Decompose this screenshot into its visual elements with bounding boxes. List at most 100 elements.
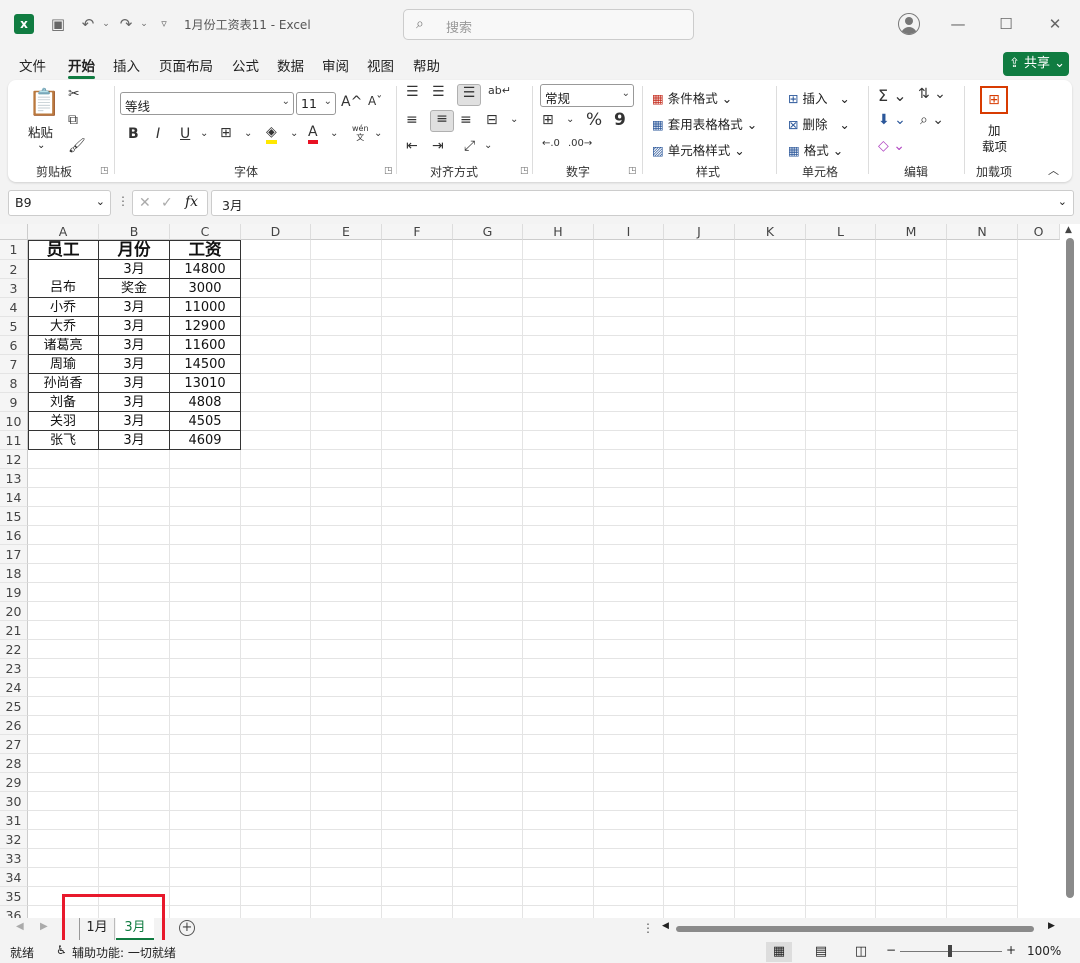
accessibility-status[interactable]: 辅助功能: 一切就绪 <box>72 944 176 961</box>
cell[interactable] <box>453 298 523 317</box>
cell[interactable] <box>382 260 453 279</box>
cell[interactable] <box>523 393 594 412</box>
cell[interactable] <box>170 659 241 678</box>
cell[interactable] <box>453 374 523 393</box>
underline-button[interactable]: U <box>180 126 190 142</box>
cell[interactable] <box>453 640 523 659</box>
cell[interactable] <box>170 735 241 754</box>
cell[interactable] <box>241 393 311 412</box>
cell[interactable] <box>876 298 947 317</box>
number-format-select[interactable]: 常规 ⌄ <box>540 84 634 107</box>
table-cell[interactable]: 3月 <box>99 336 170 355</box>
cell[interactable] <box>170 868 241 887</box>
format-cells-button[interactable]: ▦ 格式 ⌄ <box>788 140 843 159</box>
cell[interactable] <box>735 260 806 279</box>
cell[interactable] <box>947 336 1018 355</box>
cell[interactable] <box>876 906 947 918</box>
decrease-decimal-icon[interactable]: .00→ <box>568 138 592 149</box>
cell[interactable] <box>453 507 523 526</box>
row-header[interactable]: 8 <box>0 374 28 393</box>
cell[interactable] <box>735 735 806 754</box>
cell[interactable] <box>735 659 806 678</box>
cell[interactable] <box>382 849 453 868</box>
row-header[interactable]: 16 <box>0 526 28 545</box>
cell[interactable] <box>594 317 664 336</box>
paste-dropdown-icon[interactable]: ⌄ <box>37 140 45 151</box>
cell[interactable] <box>876 887 947 906</box>
row-header[interactable]: 15 <box>0 507 28 526</box>
cell[interactable] <box>876 260 947 279</box>
cell[interactable] <box>99 849 170 868</box>
cell[interactable] <box>28 754 99 773</box>
cell[interactable] <box>28 450 99 469</box>
cell[interactable] <box>311 469 382 488</box>
cell[interactable] <box>311 450 382 469</box>
table-cell[interactable]: 12900 <box>170 317 241 336</box>
table-cell[interactable]: 4505 <box>170 412 241 431</box>
cell[interactable] <box>170 583 241 602</box>
cell[interactable] <box>876 754 947 773</box>
cell[interactable] <box>311 697 382 716</box>
cell[interactable] <box>594 412 664 431</box>
cell[interactable] <box>28 602 99 621</box>
cell[interactable] <box>523 906 594 918</box>
cell[interactable] <box>876 583 947 602</box>
cell[interactable] <box>28 507 99 526</box>
cell[interactable] <box>947 792 1018 811</box>
cell[interactable] <box>735 545 806 564</box>
cell[interactable] <box>382 298 453 317</box>
cell[interactable] <box>735 906 806 918</box>
cell[interactable] <box>806 811 876 830</box>
row-header[interactable]: 2 <box>0 260 28 279</box>
cell[interactable] <box>806 374 876 393</box>
fill-color-icon[interactable]: ◈ <box>266 124 277 144</box>
cell[interactable] <box>99 697 170 716</box>
cell[interactable] <box>382 887 453 906</box>
cell[interactable] <box>664 507 735 526</box>
cell[interactable] <box>311 317 382 336</box>
cell[interactable] <box>947 564 1018 583</box>
cell[interactable] <box>382 773 453 792</box>
column-header-a[interactable]: A <box>28 224 99 240</box>
cell[interactable] <box>382 450 453 469</box>
cell[interactable] <box>382 792 453 811</box>
increase-decimal-icon[interactable]: ←.0 <box>542 138 560 149</box>
cell[interactable] <box>735 488 806 507</box>
align-right-icon[interactable]: ≡ <box>460 112 472 128</box>
cell[interactable] <box>241 279 311 298</box>
cell[interactable] <box>594 849 664 868</box>
cell[interactable] <box>170 564 241 583</box>
cell[interactable] <box>735 279 806 298</box>
cell[interactable] <box>876 336 947 355</box>
cell[interactable] <box>241 887 311 906</box>
cell[interactable] <box>28 545 99 564</box>
copy-icon[interactable]: ⧉ <box>68 112 78 128</box>
cell[interactable] <box>947 830 1018 849</box>
cell[interactable] <box>241 678 311 697</box>
cell[interactable] <box>664 355 735 374</box>
cell[interactable] <box>382 697 453 716</box>
zoom-in-button[interactable]: + <box>1006 943 1016 957</box>
cell[interactable] <box>453 279 523 298</box>
cell[interactable] <box>594 336 664 355</box>
close-icon[interactable]: ✕ <box>1045 14 1065 34</box>
row-header[interactable]: 6 <box>0 336 28 355</box>
table-cell[interactable]: 刘备 <box>28 393 99 412</box>
cell[interactable] <box>594 868 664 887</box>
cell[interactable] <box>664 260 735 279</box>
cell[interactable] <box>311 374 382 393</box>
cell[interactable] <box>735 317 806 336</box>
minimize-icon[interactable]: — <box>948 14 968 34</box>
cell[interactable] <box>241 545 311 564</box>
cell[interactable] <box>947 412 1018 431</box>
cell[interactable] <box>311 564 382 583</box>
customize-quick-access-icon[interactable]: ▿ <box>154 14 174 34</box>
cell[interactable] <box>523 317 594 336</box>
cell[interactable] <box>594 887 664 906</box>
cell[interactable] <box>311 678 382 697</box>
row-header[interactable]: 23 <box>0 659 28 678</box>
add-sheet-icon[interactable]: + <box>179 920 195 936</box>
fill-color-dropdown-icon[interactable]: ⌄ <box>290 128 298 139</box>
cell[interactable] <box>99 469 170 488</box>
column-header-m[interactable]: M <box>876 224 947 240</box>
